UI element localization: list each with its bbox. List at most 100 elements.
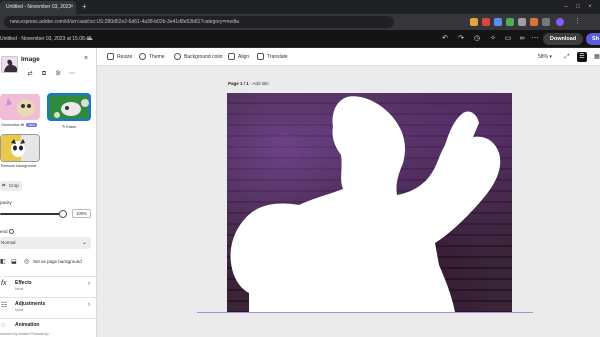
opacity-slider-thumb[interactable]: [59, 210, 67, 218]
undo-icon[interactable]: ↶: [440, 34, 450, 44]
blend-mode-select[interactable]: Normal ⌄: [0, 237, 91, 249]
profile-avatar[interactable]: [556, 18, 564, 26]
new-tab-button[interactable]: +: [82, 2, 87, 12]
extension-icon[interactable]: [542, 18, 550, 26]
translate-icon: [257, 53, 264, 61]
info-icon[interactable]: [8, 229, 14, 235]
minimize-icon[interactable]: –: [562, 3, 570, 11]
remove-background-thumbnail: [1, 135, 39, 161]
page-number: Page 1 / 1: [228, 81, 249, 86]
comment-icon[interactable]: ▭: [503, 34, 513, 44]
align-icon: [228, 53, 235, 61]
close-window-icon[interactable]: ×: [586, 3, 594, 11]
zoom-value: 58%: [538, 54, 549, 60]
zoom-level[interactable]: 58% ▾: [538, 52, 552, 62]
extension-icon[interactable]: [506, 18, 514, 26]
theme-label: Theme: [149, 54, 165, 60]
image-properties-panel: Image × ⇄ ⧉ ⧁ ⋯ Generative fill NEW ✎ Era…: [0, 48, 97, 337]
browser-menu-icon[interactable]: ⋮: [574, 18, 582, 26]
duplicate-icon[interactable]: ⧁: [54, 70, 62, 78]
artboard-image[interactable]: [227, 93, 512, 312]
timer-icon[interactable]: ◷: [472, 34, 482, 44]
maximize-icon[interactable]: □: [574, 3, 582, 11]
set-background-icon[interactable]: ◎: [24, 258, 29, 265]
new-badge: NEW: [26, 123, 38, 127]
thumbnail-silhouette: [2, 57, 17, 72]
image-thumbnail: [1, 56, 18, 73]
panel-title: Image: [21, 56, 40, 63]
link-icon[interactable]: ∞: [517, 34, 527, 44]
adjustments-title: Adjustments: [15, 301, 46, 307]
person-cutout-silhouette: [230, 96, 501, 312]
flip-vertical-icon[interactable]: ⬓: [11, 258, 17, 265]
erase-label: ✎ Erase: [62, 125, 77, 129]
blend-mode-label: end: [0, 229, 14, 235]
flip-icon[interactable]: ⧉: [40, 70, 48, 78]
redo-icon[interactable]: ↷: [456, 34, 466, 44]
translate-button[interactable]: Translate: [257, 52, 288, 62]
crop-label: Crop: [9, 183, 19, 188]
close-icon[interactable]: ×: [84, 55, 88, 62]
animation-row[interactable]: ◌ Animation: [0, 318, 97, 332]
chevron-right-icon: ›: [88, 281, 90, 287]
share-button[interactable]: Sh: [586, 33, 600, 45]
animation-icon: ◌: [1, 322, 6, 329]
resize-button[interactable]: Resize: [107, 52, 132, 62]
erase-text: Erase: [66, 125, 77, 129]
opacity-input[interactable]: 100%: [72, 209, 91, 218]
generative-fill-thumbnail: [0, 94, 40, 120]
background-color-button[interactable]: Background color: [174, 52, 223, 62]
grid-icon[interactable]: ▦: [592, 52, 600, 62]
document-title[interactable]: Untitled - November 03, 2023 at 15.08.45: [0, 34, 92, 44]
generative-fill-label: Generative fill NEW: [1, 123, 38, 127]
opacity-label: pacity: [0, 200, 12, 205]
more-options-icon[interactable]: ⋯: [68, 70, 76, 78]
background-color-label: Background color: [184, 54, 223, 60]
translate-label: Translate: [267, 54, 288, 60]
fit-icon[interactable]: ⤢: [562, 52, 572, 62]
resize-icon: [107, 53, 114, 61]
generative-fill-card[interactable]: [0, 94, 40, 120]
replace-icon[interactable]: ⇄: [26, 70, 34, 78]
adjustments-icon: ☷: [1, 302, 8, 309]
extension-icon[interactable]: [470, 18, 478, 26]
blend-mode-text: end: [0, 229, 8, 234]
set-as-page-background-link[interactable]: Set as page background: [33, 259, 82, 264]
extension-icon[interactable]: [530, 18, 538, 26]
canvas-toolbar: Resize Theme Background color Align Tran…: [97, 48, 600, 66]
add-title-link[interactable]: - Add title: [250, 81, 269, 86]
animation-title: Animation: [15, 322, 40, 328]
layers-icon[interactable]: ☰: [577, 52, 587, 62]
browser-tab[interactable]: Untitled - November 03, 2023 ×: [0, 1, 76, 14]
theme-button[interactable]: Theme: [139, 52, 165, 62]
color-circle-icon: [174, 53, 181, 61]
extension-icon[interactable]: [518, 18, 526, 26]
align-button[interactable]: Align: [228, 52, 249, 62]
url-field[interactable]: new.express.adobe.com/id/urn:aaid:sc:US:…: [4, 16, 394, 28]
powered-by-footer: owered by Adobe Photoshop: [0, 332, 49, 336]
chevron-down-icon: ⌄: [81, 240, 87, 246]
download-button[interactable]: Download: [543, 33, 583, 45]
extension-icon[interactable]: [494, 18, 502, 26]
effects-title: Effects: [15, 280, 32, 286]
more-icon[interactable]: ⋯: [530, 34, 540, 44]
opacity-slider-track[interactable]: [0, 213, 63, 215]
remove-background-card[interactable]: [0, 134, 40, 162]
extension-icon[interactable]: [482, 18, 490, 26]
erase-card[interactable]: [47, 93, 91, 121]
bulb-icon[interactable]: ✧: [488, 34, 498, 44]
browser-address-bar: new.express.adobe.com/id/urn:aaid:sc:US:…: [0, 14, 600, 30]
align-label: Align: [238, 54, 250, 60]
flip-horizontal-icon[interactable]: ◧: [0, 258, 6, 265]
browser-tab-bar: Untitled - November 03, 2023 × + – □ ×: [0, 0, 600, 14]
tab-close-icon[interactable]: ×: [70, 1, 74, 14]
erase-thumbnail: [49, 95, 89, 119]
cloud-sync-icon: ☁: [86, 35, 93, 42]
adjustments-row[interactable]: ☷ Adjustments None ›: [0, 297, 97, 313]
crop-button[interactable]: ⌗ Crop: [0, 181, 22, 191]
adjustments-subtitle: None: [15, 308, 24, 312]
effects-subtitle: None: [15, 287, 24, 291]
crop-icon: ⌗: [2, 183, 6, 189]
effects-row[interactable]: fx Effects None ›: [0, 276, 97, 292]
chevron-right-icon: ›: [88, 302, 90, 308]
